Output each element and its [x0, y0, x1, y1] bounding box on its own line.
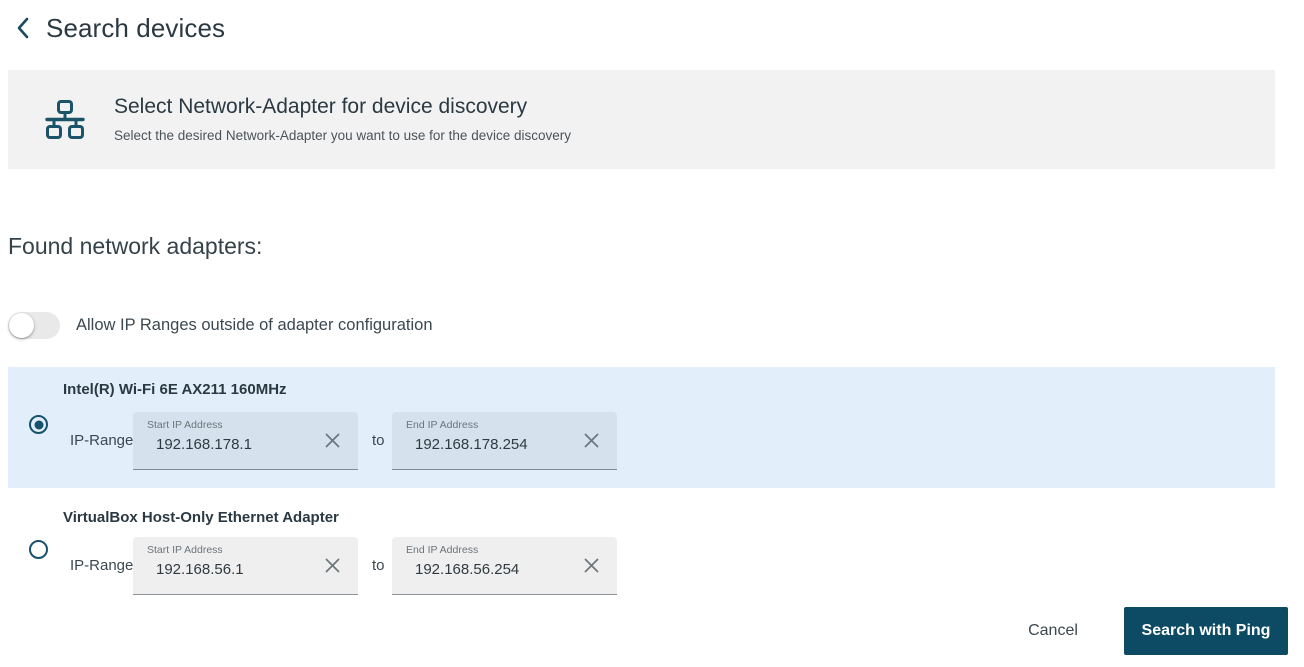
ip-range-label: IP-Range:: [70, 432, 138, 449]
adapter-radio[interactable]: [29, 415, 48, 434]
close-icon[interactable]: [323, 431, 342, 450]
adapter-name: VirtualBox Host-Only Ethernet Adapter: [63, 509, 339, 526]
radio-dot: [34, 420, 43, 429]
toggle-knob: [9, 313, 34, 338]
start-ip-field[interactable]: Start IP Address 192.168.56.1: [133, 537, 358, 595]
allow-ip-ranges-row: Allow IP Ranges outside of adapter confi…: [8, 312, 433, 339]
found-adapters-heading: Found network adapters:: [8, 233, 263, 259]
allow-ip-ranges-toggle[interactable]: [8, 312, 60, 339]
banner-subtitle: Select the desired Network-Adapter you w…: [114, 127, 571, 143]
adapter-name: Intel(R) Wi-Fi 6E AX211 160MHz: [63, 381, 287, 398]
page-title: Search devices: [46, 12, 226, 43]
end-ip-value: 192.168.56.254: [415, 561, 520, 578]
end-ip-field[interactable]: End IP Address 192.168.178.254: [392, 412, 617, 470]
adapter-radio[interactable]: [29, 540, 48, 559]
ip-range-label: IP-Range:: [70, 557, 138, 574]
start-ip-label: Start IP Address: [147, 544, 223, 556]
chevron-left-icon[interactable]: [12, 14, 34, 42]
end-ip-value: 192.168.178.254: [415, 436, 528, 453]
banner-title: Select Network-Adapter for device discov…: [114, 95, 528, 119]
sitemap-icon: [38, 99, 92, 141]
range-separator: to: [372, 432, 385, 449]
adapter-row[interactable]: VirtualBox Host-Only Ethernet Adapter IP…: [8, 495, 1275, 600]
end-ip-label: End IP Address: [406, 419, 479, 431]
info-banner: Select Network-Adapter for device discov…: [8, 70, 1275, 169]
search-with-ping-button[interactable]: Search with Ping: [1124, 607, 1288, 655]
cancel-button[interactable]: Cancel: [1010, 614, 1096, 648]
close-icon[interactable]: [582, 556, 601, 575]
banner-text: Select Network-Adapter for device discov…: [114, 94, 571, 144]
start-ip-label: Start IP Address: [147, 419, 223, 431]
page-header: Search devices: [0, 0, 1304, 56]
allow-ip-ranges-label: Allow IP Ranges outside of adapter confi…: [76, 316, 433, 334]
close-icon[interactable]: [582, 431, 601, 450]
end-ip-label: End IP Address: [406, 544, 479, 556]
start-ip-field[interactable]: Start IP Address 192.168.178.1: [133, 412, 358, 470]
range-separator: to: [372, 557, 385, 574]
start-ip-value: 192.168.178.1: [156, 436, 252, 453]
end-ip-field[interactable]: End IP Address 192.168.56.254: [392, 537, 617, 595]
close-icon[interactable]: [323, 556, 342, 575]
start-ip-value: 192.168.56.1: [156, 561, 244, 578]
adapter-row[interactable]: Intel(R) Wi-Fi 6E AX211 160MHz IP-Range:…: [8, 367, 1275, 488]
